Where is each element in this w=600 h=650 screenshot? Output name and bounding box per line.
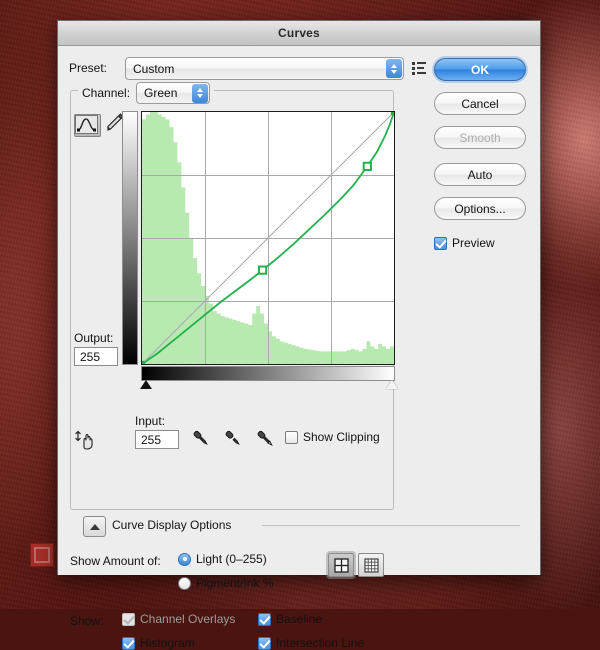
input-label: Input: (135, 414, 166, 428)
chevron-updown-icon[interactable] (192, 83, 209, 103)
cancel-button[interactable]: Cancel (434, 92, 526, 115)
preview-checkbox[interactable] (434, 236, 447, 250)
option-channel-overlays: Channel Overlays (122, 612, 235, 626)
preview-row[interactable]: Preview (434, 236, 495, 250)
disclosure-triangle-up-icon[interactable] (83, 516, 106, 537)
histogram-label: Histogram (140, 636, 195, 650)
chevron-updown-icon[interactable] (386, 59, 402, 78)
intersection-line-label: Intersection Line (276, 636, 365, 650)
channel-overlays-label: Channel Overlays (140, 612, 236, 626)
grid-tenth-increments-button[interactable] (358, 553, 384, 577)
white-point-eyedropper-icon[interactable] (254, 428, 276, 450)
tone-curve[interactable] (142, 112, 394, 364)
list-options-icon[interactable] (412, 59, 430, 77)
input-input[interactable]: 255 (135, 430, 179, 449)
light-label: Light (0–255) (196, 552, 267, 566)
option-intersection-line[interactable]: Intersection Line (258, 636, 364, 650)
pigment-label: Pigment/Ink % (196, 576, 274, 590)
channel-row: Channel: Green (78, 82, 215, 104)
gray-point-eyedropper-icon[interactable] (222, 428, 244, 450)
baseline-label: Baseline (276, 612, 323, 626)
option-histogram[interactable]: Histogram (122, 636, 195, 650)
show-clipping-label: Show Clipping (303, 430, 380, 444)
show-amount-label: Show Amount of: (70, 554, 161, 568)
output-gradient-bar (122, 111, 138, 365)
amount-option-light[interactable]: Light (0–255) (178, 552, 267, 566)
dialog-title: Curves (278, 26, 320, 40)
light-radio[interactable] (178, 552, 191, 566)
black-point-slider[interactable] (140, 380, 152, 389)
on-image-adjust-hand-icon[interactable] (74, 429, 98, 451)
channel-value: Green (144, 86, 178, 100)
histogram-checkbox[interactable] (122, 636, 135, 650)
intersection-line-checkbox[interactable] (258, 636, 271, 650)
curves-graph[interactable] (141, 111, 395, 365)
output-label: Output: (74, 331, 114, 345)
grid-quarter-tones-button[interactable] (328, 553, 354, 577)
output-input[interactable]: 255 (74, 347, 118, 366)
dialog-titlebar[interactable]: Curves (58, 21, 540, 46)
baseline-checkbox[interactable] (258, 612, 271, 626)
section-divider (262, 525, 520, 526)
amount-option-pigment[interactable]: Pigment/Ink % (178, 576, 273, 590)
channel-overlays-checkbox (122, 612, 135, 626)
curves-dialog: Curves Preset: Custom Channel: Green Out… (57, 20, 541, 650)
background-stamp-decoration (30, 543, 54, 567)
preset-value: Custom (133, 61, 175, 76)
white-point-slider[interactable] (386, 380, 398, 389)
ok-button[interactable]: OK (434, 58, 526, 81)
show-clipping-checkbox[interactable] (285, 430, 298, 444)
options-button[interactable]: Options... (434, 197, 526, 220)
preview-label: Preview (452, 236, 495, 250)
smooth-button: Smooth (434, 126, 526, 149)
input-gradient-bar (141, 366, 395, 381)
curve-tool-icon[interactable] (74, 114, 101, 137)
curve-display-options-title: Curve Display Options (112, 518, 232, 532)
pigment-radio[interactable] (178, 576, 191, 590)
auto-button[interactable]: Auto (434, 163, 526, 186)
channel-label: Channel: (82, 86, 131, 100)
preset-dropdown[interactable]: Custom (125, 57, 404, 80)
preset-label: Preset: (69, 61, 108, 75)
dialog-body: Preset: Custom Channel: Green Output: 25… (58, 46, 540, 650)
option-baseline[interactable]: Baseline (258, 612, 322, 626)
channel-dropdown[interactable]: Green (136, 82, 211, 104)
black-point-eyedropper-icon[interactable] (190, 428, 212, 450)
show-clipping-row[interactable]: Show Clipping (285, 430, 380, 444)
show-label: Show: (70, 614, 104, 628)
